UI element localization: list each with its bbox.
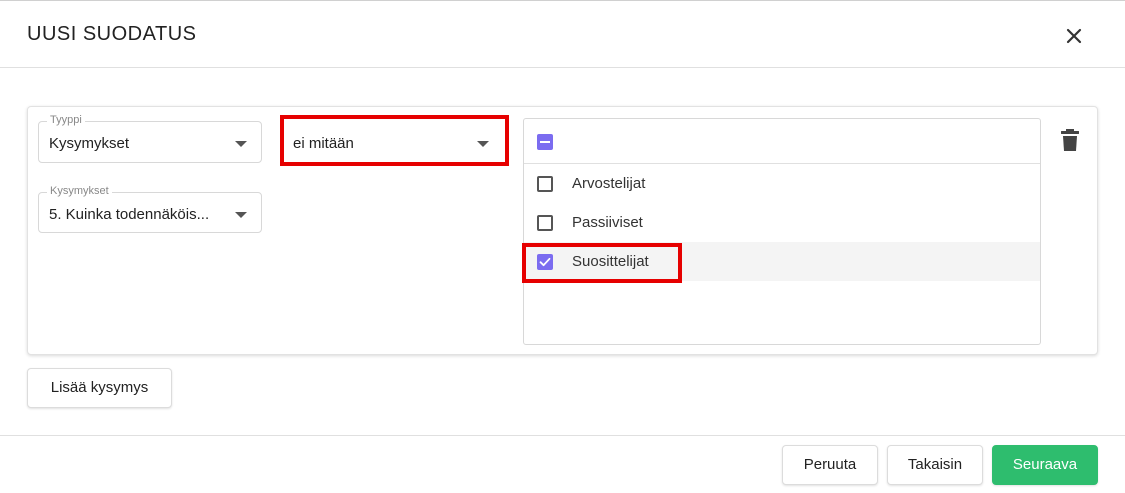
- chevron-down-icon: [477, 141, 489, 147]
- chevron-down-icon: [235, 212, 247, 218]
- select-all-checkbox[interactable]: [537, 134, 553, 150]
- options-list-header: [524, 119, 1040, 164]
- question-select[interactable]: Kysymykset 5. Kuinka todennäköis...: [38, 185, 262, 233]
- add-question-button[interactable]: Lisää kysymys: [27, 368, 172, 408]
- trash-icon: [1061, 129, 1079, 151]
- question-select-value: 5. Kuinka todennäköis...: [49, 206, 210, 223]
- chevron-down-icon: [235, 141, 247, 147]
- close-button[interactable]: [1061, 23, 1087, 49]
- list-item[interactable]: Suosittelijat: [524, 242, 1040, 281]
- list-item[interactable]: Passiiviset: [524, 203, 1040, 242]
- list-item-label: Suosittelijat: [572, 253, 649, 270]
- dialog-title: UUSI SUODATUS: [27, 23, 197, 45]
- checkbox[interactable]: [537, 215, 553, 231]
- options-list: Arvostelijat Passiiviset Suosittelijat: [523, 118, 1041, 345]
- type-select[interactable]: Tyyppi Kysymykset: [38, 114, 262, 163]
- next-button[interactable]: Seuraava: [992, 445, 1098, 485]
- checkbox[interactable]: [537, 254, 553, 270]
- delete-button[interactable]: [1059, 127, 1081, 153]
- back-button[interactable]: Takaisin: [887, 445, 983, 485]
- operator-select[interactable]: ei mitään: [284, 121, 504, 163]
- checkmark-icon: [539, 257, 551, 267]
- list-item[interactable]: Arvostelijat: [524, 164, 1040, 203]
- dialog-header: UUSI SUODATUS: [0, 1, 1125, 68]
- question-select-label: Kysymykset: [47, 185, 112, 197]
- list-item-label: Passiiviset: [572, 214, 643, 231]
- checkbox[interactable]: [537, 176, 553, 192]
- operator-select-value: ei mitään: [293, 135, 354, 152]
- type-select-value: Kysymykset: [49, 135, 130, 152]
- type-select-label: Tyyppi: [47, 114, 85, 126]
- close-icon: [1066, 28, 1082, 44]
- cancel-button[interactable]: Peruuta: [782, 445, 878, 485]
- list-item-label: Arvostelijat: [572, 175, 646, 192]
- new-filter-dialog: UUSI SUODATUS Tyyppi Kysymykset Kysymyks…: [0, 0, 1125, 492]
